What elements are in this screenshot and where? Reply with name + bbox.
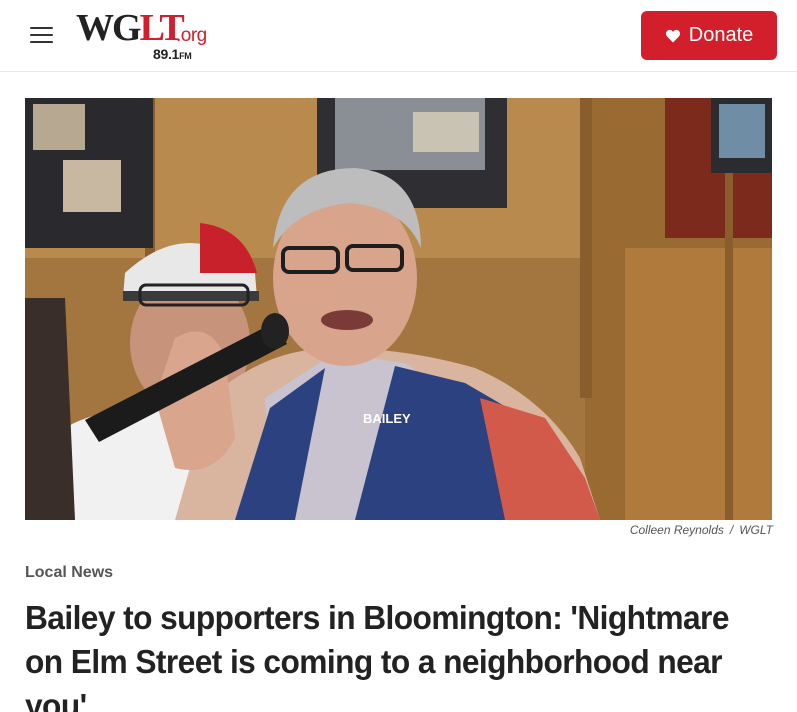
site-logo[interactable]: WGLT .org 89.1FM	[76, 8, 216, 64]
logo-band: FM	[179, 51, 192, 61]
hero-photo-illustration: BAILEY	[25, 98, 772, 520]
menu-line	[30, 41, 53, 43]
photo-credit-separator: /	[729, 523, 734, 537]
article-headline: Bailey to supporters in Bloomington: 'Ni…	[25, 599, 729, 712]
logo-frequency-number: 89.1	[153, 46, 180, 62]
hero-photo[interactable]: BAILEY	[25, 98, 772, 520]
svg-text:BAILEY: BAILEY	[363, 411, 411, 426]
photo-credit-org: WGLT	[739, 523, 773, 537]
logo-wordmark: WGLT	[76, 7, 185, 49]
photo-credit: Colleen Reynolds / WGLT	[630, 523, 773, 537]
site-header: WGLT .org 89.1FM Donate	[0, 0, 797, 72]
photo-credit-author: Colleen Reynolds	[629, 523, 724, 537]
section-tag-link[interactable]: Local News	[25, 564, 113, 582]
hamburger-menu-icon[interactable]	[30, 26, 54, 44]
menu-line	[30, 27, 53, 29]
donate-label: Donate	[688, 24, 754, 46]
heart-icon	[665, 29, 680, 42]
logo-frequency: 89.1FM	[153, 46, 192, 62]
logo-text-dark: WG	[76, 7, 142, 49]
donate-button[interactable]: Donate	[641, 11, 777, 60]
menu-line	[30, 34, 53, 36]
logo-suffix: .org	[176, 25, 207, 46]
